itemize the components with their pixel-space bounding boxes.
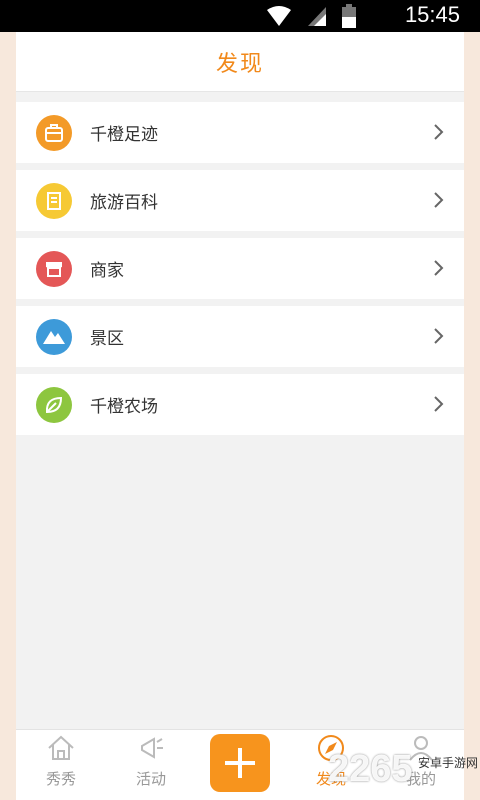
menu-item-farm[interactable]: 千橙农场 (16, 374, 464, 435)
tab-label: 活动 (135, 770, 166, 788)
chevron-right-icon (434, 396, 444, 412)
discover-menu: 千橙足迹 旅游百科 商家 景区 千橙农场 (16, 102, 464, 435)
page-title: 发现 (215, 51, 264, 77)
app-screen: 发现 千橙足迹 旅游百科 商家 景区 千橙农场 秀秀 活动 发现 我的 (16, 32, 464, 800)
menu-item-travel-encyclopedia[interactable]: 旅游百科 (16, 170, 464, 231)
storefront-icon (36, 250, 72, 287)
leaf-icon (36, 386, 72, 423)
mountain-icon (36, 318, 72, 355)
menu-item-label: 旅游百科 (90, 193, 158, 213)
document-icon (36, 182, 72, 219)
chevron-right-icon (434, 260, 444, 276)
menu-item-label: 千橙农场 (90, 397, 158, 417)
menu-item-scenic-spots[interactable]: 景区 (16, 306, 464, 367)
add-post-button[interactable] (210, 734, 270, 792)
home-icon (48, 735, 74, 760)
status-time: 15:45 (404, 2, 460, 27)
tab-showcase[interactable]: 秀秀 (26, 734, 96, 789)
tab-activities[interactable]: 活动 (116, 734, 186, 789)
chevron-right-icon (434, 192, 444, 208)
watermark: 2265 安卓手游网 (328, 746, 478, 794)
suitcase-icon (36, 114, 72, 151)
menu-item-label: 景区 (90, 329, 124, 349)
battery-icon (342, 4, 356, 28)
wifi-icon (267, 6, 291, 26)
watermark-number: 2265 (328, 748, 413, 790)
menu-item-merchants[interactable]: 商家 (16, 238, 464, 299)
tab-label: 秀秀 (45, 770, 76, 788)
chevron-right-icon (434, 124, 444, 140)
megaphone-icon (141, 737, 163, 759)
menu-item-label: 商家 (90, 261, 124, 281)
plus-icon (225, 748, 255, 778)
menu-item-label: 千橙足迹 (90, 125, 158, 145)
page-header: 发现 (16, 32, 464, 92)
watermark-text: 安卓手游网 (417, 756, 478, 770)
menu-item-footprints[interactable]: 千橙足迹 (16, 102, 464, 163)
signal-icon (308, 7, 326, 26)
status-bar: 15:45 (0, 0, 480, 32)
chevron-right-icon (434, 328, 444, 344)
